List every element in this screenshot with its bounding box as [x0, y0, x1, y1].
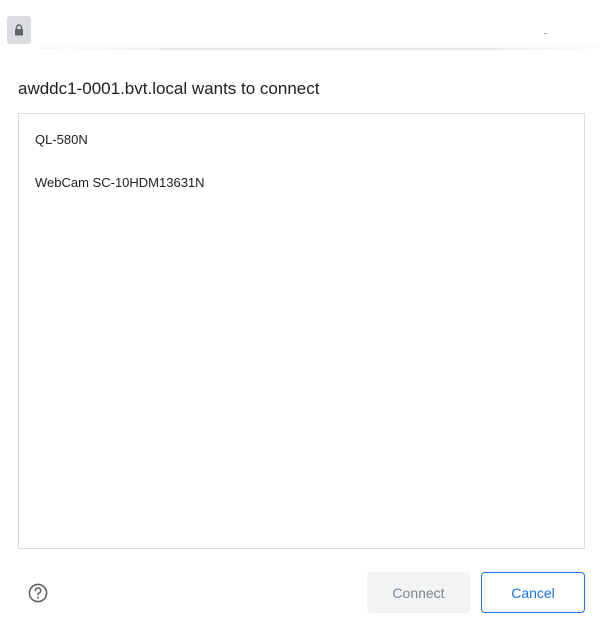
- dialog-title: awddc1-0001.bvt.local wants to connect: [18, 79, 320, 98]
- device-item-webcam[interactable]: WebCam SC-10HDM13631N: [35, 175, 205, 190]
- device-item-ql-580n[interactable]: QL-580N: [35, 132, 88, 147]
- url-field[interactable]: [40, 10, 600, 50]
- url-mark: [544, 33, 547, 34]
- lock-icon: [15, 24, 23, 36]
- help-circle-icon[interactable]: [28, 583, 48, 603]
- site-info-button[interactable]: [7, 16, 31, 44]
- cancel-button[interactable]: Cancel: [481, 572, 585, 613]
- url-underline: [60, 48, 600, 50]
- device-list[interactable]: QL-580N WebCam SC-10HDM13631N: [18, 113, 585, 549]
- address-bar: [0, 0, 603, 60]
- connect-button[interactable]: Connect: [367, 572, 470, 613]
